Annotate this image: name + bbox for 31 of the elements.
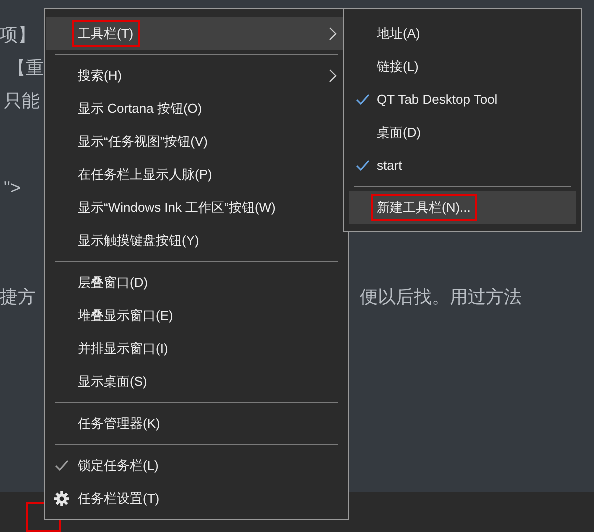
menu-item[interactable]: 新建工具栏(N)... — [349, 191, 576, 224]
check-icon — [356, 160, 370, 172]
menu-item[interactable]: 桌面(D) — [349, 116, 576, 149]
check-icon — [55, 460, 69, 472]
menu-item[interactable]: 地址(A) — [349, 17, 576, 50]
menu-item[interactable]: QT Tab Desktop Tool — [349, 83, 576, 116]
body-text: 【重 — [8, 57, 44, 79]
menu-item[interactable]: 任务管理器(K) — [46, 407, 347, 440]
highlight-frame: 工具栏(T) — [72, 20, 140, 48]
body-text: 只能 — [4, 90, 40, 112]
body-text: 捷方 — [0, 286, 36, 308]
menu-item[interactable]: 显示“任务视图”按钮(V) — [46, 125, 347, 158]
menu-item[interactable]: 搜索(H) — [46, 59, 347, 92]
menu-item[interactable]: 层叠窗口(D) — [46, 266, 347, 299]
body-text: "> — [4, 177, 21, 199]
check-icon — [356, 94, 370, 106]
body-text: 项】 — [0, 24, 36, 46]
menu-item[interactable]: start — [349, 149, 576, 182]
menu-item[interactable]: 显示 Cortana 按钮(O) — [46, 92, 347, 125]
highlight-frame: 新建工具栏(N)... — [371, 194, 477, 222]
menu-item[interactable]: 链接(L) — [349, 50, 576, 83]
menu-item[interactable]: 显示触摸键盘按钮(Y) — [46, 224, 347, 257]
menu-item[interactable]: 在任务栏上显示人脉(P) — [46, 158, 347, 191]
body-text: 便以后找。用过方法 — [360, 286, 522, 308]
menu-item[interactable]: 并排显示窗口(I) — [46, 332, 347, 365]
menu-item[interactable]: 任务栏设置(T) — [46, 482, 347, 515]
menu-item[interactable]: 堆叠显示窗口(E) — [46, 299, 347, 332]
menu-item[interactable]: 锁定任务栏(L) — [46, 449, 347, 482]
menu-item[interactable]: 显示“Windows Ink 工作区”按钮(W) — [46, 191, 347, 224]
settings-icon — [54, 490, 70, 506]
menu-item[interactable]: 显示桌面(S) — [46, 365, 347, 398]
